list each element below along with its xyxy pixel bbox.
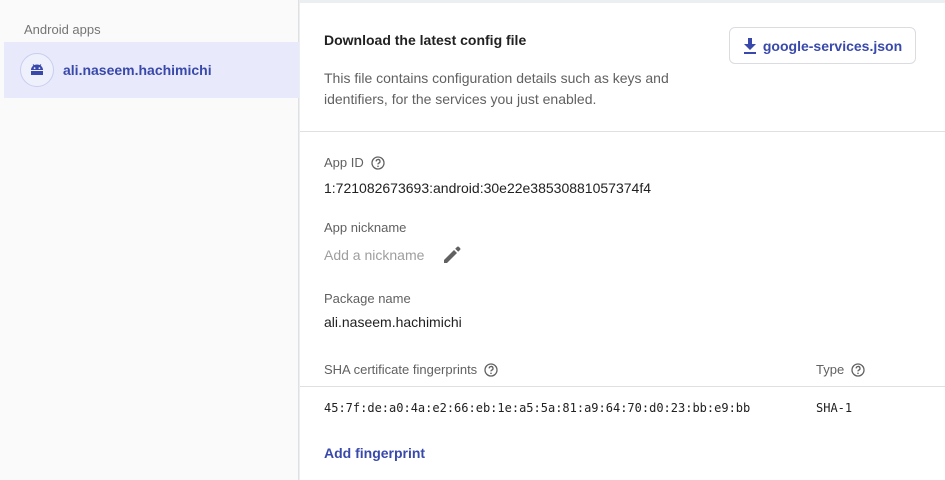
table-divider	[300, 386, 945, 387]
sidebar-item-app[interactable]: ali.naseem.hachimichi	[4, 42, 299, 98]
add-fingerprint-link[interactable]: Add fingerprint	[324, 445, 425, 461]
app-nickname-label-text: App nickname	[324, 220, 407, 235]
edit-nickname-button[interactable]	[442, 245, 462, 270]
help-icon[interactable]	[484, 362, 498, 377]
app-details-panel: Download the latest config file This fil…	[300, 3, 945, 480]
sidebar-item-label: ali.naseem.hachimichi	[63, 62, 212, 78]
type-header: Type	[816, 362, 865, 377]
package-name-label-text: Package name	[324, 291, 411, 306]
package-name-value: ali.naseem.hachimichi	[324, 314, 462, 330]
package-name-label: Package name	[324, 291, 411, 306]
fingerprint-type: SHA-1	[816, 401, 853, 415]
app-id-label-row: App ID	[324, 155, 385, 170]
android-icon	[31, 64, 43, 75]
app-settings-page: Android apps ali.naseem.hachimichi Downl…	[0, 0, 945, 480]
nickname-input[interactable]: Add a nickname	[324, 247, 424, 263]
app-id-value: 1:721082673693:android:30e22e38530881057…	[324, 180, 651, 196]
download-config-button[interactable]: google-services.json	[729, 27, 916, 64]
download-button-label: google-services.json	[762, 37, 903, 54]
download-icon	[743, 37, 756, 54]
app-id-label: App ID	[324, 155, 364, 170]
pencil-icon	[444, 246, 461, 263]
config-title: Download the latest config file	[324, 32, 527, 48]
app-nickname-label: App nickname	[324, 220, 406, 235]
sidebar: Android apps ali.naseem.hachimichi	[0, 0, 299, 480]
sidebar-heading: Android apps	[24, 22, 101, 37]
help-icon[interactable]	[371, 155, 385, 170]
section-divider	[300, 131, 945, 132]
sha-fingerprints-header: SHA certificate fingerprints	[324, 362, 498, 377]
type-header-label: Type	[816, 362, 845, 377]
sha-header-label: SHA certificate fingerprints	[324, 362, 478, 377]
config-description: This file contains configuration details…	[324, 70, 669, 107]
help-icon[interactable]	[851, 362, 865, 377]
app-avatar	[20, 53, 54, 87]
fingerprint-value: 45:7f:de:a0:4a:e2:66:eb:1e:a5:5a:81:a9:6…	[324, 401, 751, 415]
